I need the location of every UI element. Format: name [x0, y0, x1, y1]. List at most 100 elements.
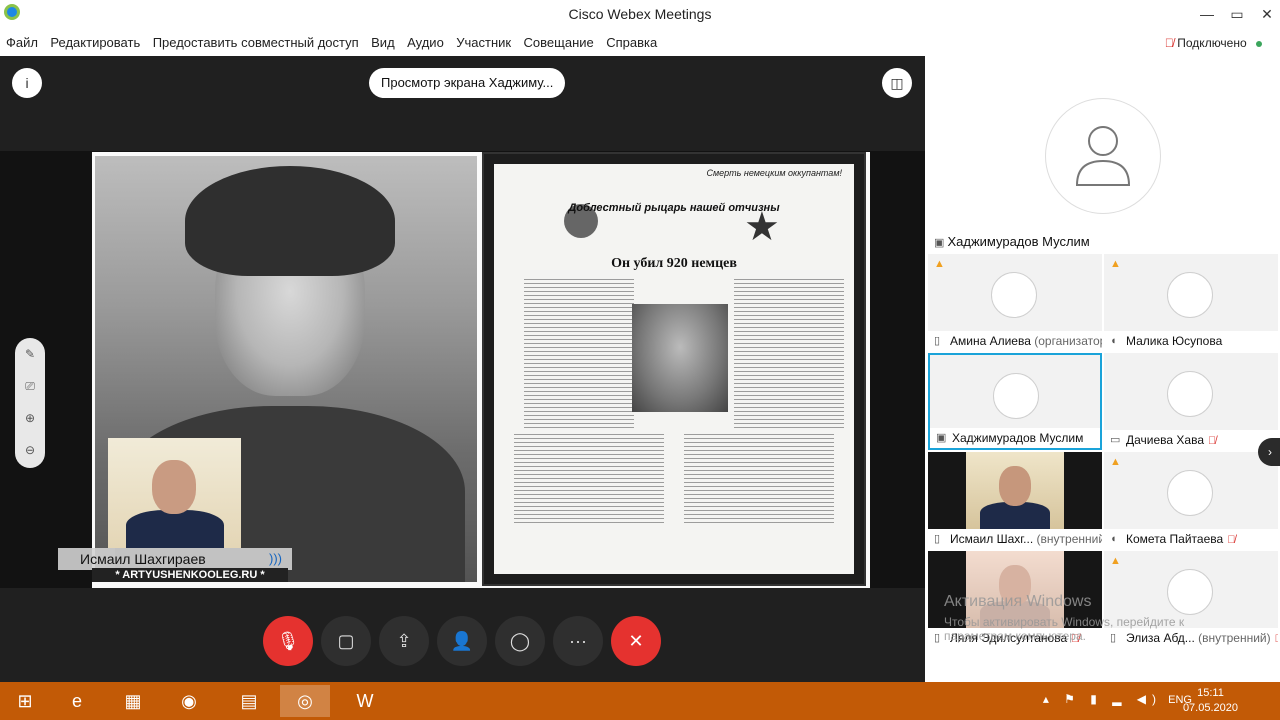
participant-tile[interactable]: ▯ Исмаил Шахг... (внутренний): [928, 452, 1102, 549]
chat-button[interactable]: ◯: [495, 616, 545, 666]
participant-tile[interactable]: ▲ ◖ Малика Юсупова: [1104, 254, 1278, 351]
menu-help[interactable]: Справка: [606, 30, 657, 56]
participant-name-bar: ▣ Хаджимурадов Муслим: [930, 428, 1100, 448]
person-head: [152, 460, 196, 514]
connection-status: 🎙̸ Подключено: [1165, 30, 1262, 56]
webex-taskbar-icon[interactable]: ◎: [280, 685, 330, 717]
leave-button[interactable]: ✕: [611, 616, 661, 666]
file-explorer-icon[interactable]: ▤: [224, 685, 274, 717]
menu-share[interactable]: Предоставить совместный доступ: [153, 30, 359, 56]
active-speaker-name-text: Хаджимурадов Муслим: [947, 234, 1090, 249]
share-view-dropdown[interactable]: Просмотр экрана Хаджиму...: [369, 68, 566, 98]
phone-icon: ▯: [934, 533, 941, 545]
menu-bar: Файл Редактировать Предоставить совместн…: [0, 30, 1280, 56]
monitor-icon: ▭: [1110, 434, 1121, 446]
zoom-out-icon[interactable]: ⊖: [15, 434, 45, 466]
participant-avatar: [1167, 569, 1213, 615]
screen-share-icon: ▣: [934, 237, 948, 249]
participants-panel: ▣ Хаджимурадов Муслим ▲ ▯ Амина Алиева (о…: [928, 56, 1280, 682]
menu-meeting[interactable]: Совещание: [524, 30, 594, 56]
newspaper-clipping: Смерть немецким оккупантам! ★ Доблестный…: [482, 152, 866, 586]
start-button-icon[interactable]: ⊞: [0, 685, 50, 717]
participant-name: Хаджимурадов Муслим: [952, 431, 1084, 445]
warning-icon: ▲: [1110, 555, 1121, 567]
warning-icon: ▲: [1110, 456, 1121, 468]
person-body: [126, 510, 224, 548]
maximize-button[interactable]: ▭: [1222, 4, 1252, 24]
tray-icons[interactable]: ▴ ⚑ ▮ ▂ ◀): [1043, 692, 1162, 706]
active-speaker-name: ▣ Хаджимурадов Муслим: [934, 234, 1090, 249]
windows-taskbar: ⊞ e ▦ ◉ ▤ ◎ W ▴ ⚑ ▮ ▂ ◀) ENG 15:11 07.05…: [0, 682, 1280, 720]
menu-participant[interactable]: Участник: [456, 30, 511, 56]
menu-view[interactable]: Вид: [371, 30, 395, 56]
participant-name: Дачиева Хава: [1126, 433, 1205, 447]
participant-tile[interactable]: ▲ ▯ Амина Алиева (организатор): [928, 254, 1102, 351]
annotate-pen-icon[interactable]: ✎: [15, 338, 45, 370]
muted-mic-icon: 🎙̸: [1275, 633, 1278, 645]
speaking-icon: ))): [269, 551, 282, 566]
mute-button[interactable]: 🎙: [263, 616, 313, 666]
participant-name: Амина Алиева: [950, 334, 1031, 348]
more-button[interactable]: ···: [553, 616, 603, 666]
shared-screen-stage: i Просмотр экрана Хаджиму... ◫ Смерть не…: [0, 56, 925, 682]
text-column: [524, 279, 634, 429]
minimize-button[interactable]: —: [1192, 4, 1222, 24]
stage-top-bar: i Просмотр экрана Хаджиму... ◫: [0, 56, 925, 151]
participant-name-bar: ▭ Дачиева Хава 🎙̸: [1104, 430, 1278, 450]
chrome-icon[interactable]: ◉: [164, 685, 214, 717]
phone-icon: ▯: [934, 335, 941, 347]
close-button[interactable]: ✕: [1252, 4, 1280, 24]
share-button[interactable]: ⇪: [379, 616, 429, 666]
info-icon[interactable]: i: [12, 68, 42, 98]
self-video-thumbnail[interactable]: [108, 438, 241, 548]
internet-explorer-icon[interactable]: e: [52, 685, 102, 717]
screen-share-icon: ▣: [936, 432, 947, 444]
participant-name: Исмаил Шахг...: [950, 532, 1034, 546]
text-column: [734, 279, 844, 429]
newspaper-slogan: Смерть немецким оккупантам!: [706, 168, 842, 178]
eraser-icon[interactable]: ⎚: [15, 370, 45, 402]
participant-name: Комета Пайтаева: [1126, 532, 1224, 546]
muted-mic-icon: 🎙̸: [1164, 36, 1174, 50]
participant-avatar: [1167, 272, 1213, 318]
store-icon[interactable]: ▦: [108, 685, 158, 717]
connected-dot-icon: [1256, 40, 1262, 47]
annotation-toolbar: ✎ ⎚ ⊕ ⊖: [15, 338, 45, 468]
participant-tile-active[interactable]: ▣ Хаджимурадов Муслим: [928, 353, 1102, 450]
layout-icon[interactable]: ◫: [882, 68, 912, 98]
text-column: [684, 434, 834, 524]
participant-video: [966, 452, 1064, 529]
title-bar: Cisco Webex Meetings — ▭ ✕: [0, 0, 1280, 30]
participant-name-bar: ▯ Исмаил Шахг... (внутренний): [928, 529, 1102, 549]
menu-audio[interactable]: Аудио: [407, 30, 444, 56]
participant-avatar: [993, 373, 1039, 419]
self-video-name-bar: Исмаил Шахгираев ))): [58, 548, 292, 570]
portrait-hair: [185, 166, 395, 276]
participant-tag: (организатор): [1034, 334, 1102, 348]
warning-icon: ▲: [934, 258, 945, 270]
participant-tile[interactable]: ▭ Дачиева Хава 🎙̸: [1104, 353, 1278, 450]
warning-icon: ▲: [1110, 258, 1121, 270]
muted-mic-icon: 🎙̸: [1227, 534, 1236, 546]
participant-avatar: [1167, 371, 1213, 417]
next-page-icon[interactable]: ›: [1258, 438, 1280, 466]
windows-activation-text: Чтобы активировать Windows, перейдите к …: [944, 615, 1185, 643]
word-icon[interactable]: W: [340, 685, 390, 717]
self-video-name: Исмаил Шахгираев: [80, 551, 206, 567]
participant-tag: (внутренний): [1033, 532, 1102, 546]
participants-button[interactable]: 👤: [437, 616, 487, 666]
taskbar-clock[interactable]: 15:11 07.05.2020: [1183, 686, 1238, 716]
window-title: Cisco Webex Meetings: [568, 6, 712, 22]
text-column: [514, 434, 664, 524]
video-button[interactable]: ▢: [321, 616, 371, 666]
participant-name-bar: ▯ Амина Алиева (организатор): [928, 331, 1102, 351]
menu-edit[interactable]: Редактировать: [50, 30, 140, 56]
menu-file[interactable]: Файл: [6, 30, 38, 56]
headset-icon: ◖: [1110, 533, 1117, 545]
zoom-in-icon[interactable]: ⊕: [15, 402, 45, 434]
participant-name: Малика Юсупова: [1126, 334, 1223, 348]
participant-tile[interactable]: ▲ ◖ Комета Пайтаева 🎙̸: [1104, 452, 1278, 549]
participant-name-bar: ◖ Малика Юсупова: [1104, 331, 1278, 351]
phone-icon: ▯: [934, 632, 941, 644]
participant-avatar: [1167, 470, 1213, 516]
